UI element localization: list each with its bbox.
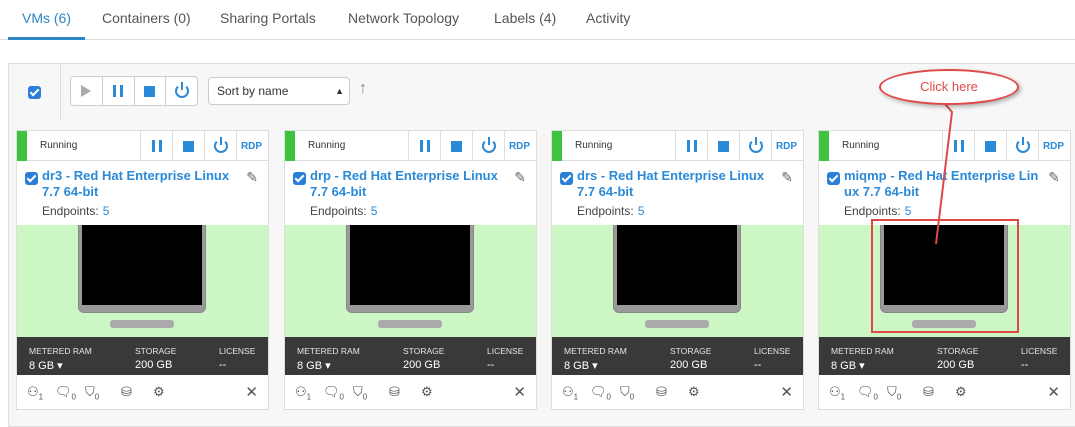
callout-bubble: Click here [879,69,1019,105]
highlight-box [871,219,1019,333]
callout-pointer [935,103,954,245]
